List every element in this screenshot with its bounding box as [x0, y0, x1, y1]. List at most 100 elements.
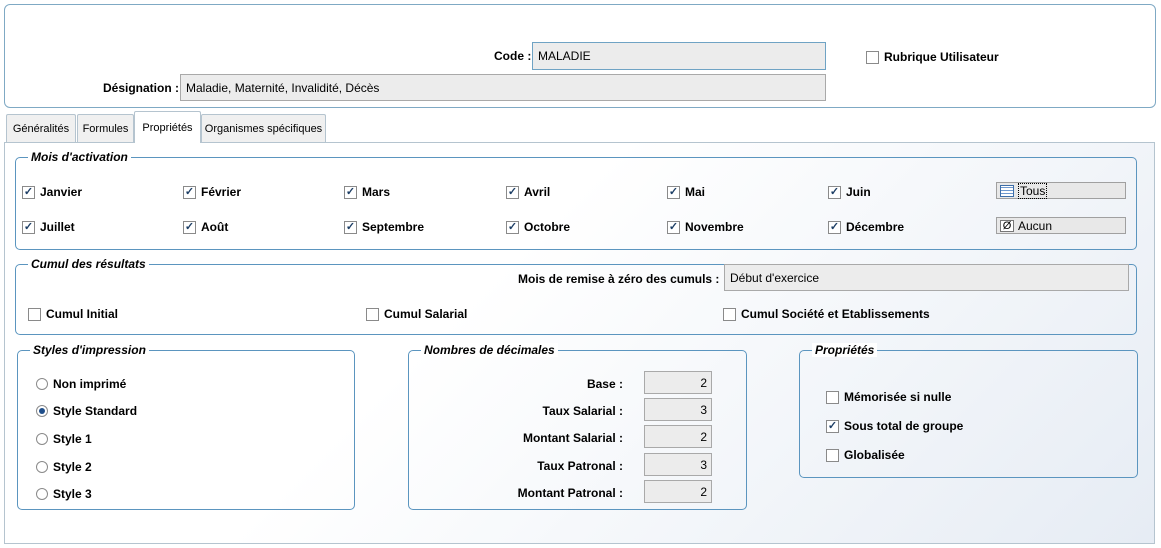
- cumul-salarial-label: Cumul Salarial: [384, 307, 468, 321]
- decimales-field-montant-salarial[interactable]: 2: [644, 425, 712, 448]
- designation-label: Désignation :: [103, 81, 180, 95]
- checkmark-icon: ✓: [344, 220, 357, 234]
- checkbox-box-icon: [723, 307, 736, 321]
- style-radio-label: Style Standard: [53, 404, 138, 418]
- radio-empty-icon: [36, 433, 48, 445]
- tous-button[interactable]: Tous: [996, 182, 1126, 199]
- decimales-label-montant-patronal: Montant Patronal :: [517, 486, 623, 500]
- propriete-globalisee-checkbox[interactable]: Globalisée: [826, 448, 905, 462]
- month-novembre-checkbox[interactable]: ✓ Novembre: [667, 220, 744, 234]
- month-novembre-label: Novembre: [685, 220, 744, 234]
- mois-activation-title: Mois d'activation: [28, 150, 131, 164]
- checkbox-box-icon: [866, 50, 879, 64]
- style-radio-style-1[interactable]: Style 1: [36, 432, 92, 446]
- month-juillet-checkbox[interactable]: ✓ Juillet: [22, 220, 75, 234]
- tab-organismes-specifiques[interactable]: Organismes spécifiques: [201, 114, 326, 142]
- month-fevrier-label: Février: [201, 185, 242, 199]
- styles-impression-group: Styles d'impression: [17, 343, 355, 510]
- checkmark-icon: ✓: [183, 220, 196, 234]
- month-fevrier-checkbox[interactable]: ✓ Février: [183, 185, 241, 199]
- rubrique-utilisateur-checkbox[interactable]: Rubrique Utilisateur: [866, 50, 999, 64]
- month-mars-label: Mars: [362, 185, 391, 199]
- propriete-sous-total-de-groupe-checkbox[interactable]: ✓ Sous total de groupe: [826, 419, 963, 433]
- month-juin-checkbox[interactable]: ✓ Juin: [828, 185, 871, 199]
- decimales-field-taux-salarial[interactable]: 3: [644, 398, 712, 421]
- cumul-salarial-checkbox[interactable]: Cumul Salarial: [366, 307, 467, 321]
- nombres-decimales-title: Nombres de décimales: [421, 343, 558, 357]
- styles-impression-title: Styles d'impression: [30, 343, 149, 357]
- style-radio-style-3[interactable]: Style 3: [36, 487, 92, 501]
- style-radio-style-standard[interactable]: Style Standard: [36, 404, 137, 418]
- mois-activation-group: Mois d'activation: [15, 150, 1137, 250]
- month-mai-checkbox[interactable]: ✓ Mai: [667, 185, 705, 199]
- decimales-label-base: Base :: [586, 377, 623, 391]
- month-decembre-label: Décembre: [846, 220, 905, 234]
- radio-selected-icon: [36, 405, 48, 417]
- decimales-field-base[interactable]: 2: [644, 371, 712, 394]
- month-janvier-label: Janvier: [40, 185, 83, 199]
- checkmark-icon: ✓: [828, 185, 841, 199]
- checkmark-icon: ✓: [828, 220, 841, 234]
- decimales-field-montant-patronal[interactable]: 2: [644, 480, 712, 503]
- cumul-initial-label: Cumul Initial: [46, 307, 118, 321]
- style-radio-label: Style 1: [53, 432, 92, 446]
- radio-empty-icon: [36, 488, 48, 500]
- aucun-button[interactable]: Ø Aucun: [996, 217, 1126, 234]
- style-radio-non-imprime[interactable]: Non imprimé: [36, 377, 126, 391]
- code-label: Code :: [494, 49, 532, 63]
- checkmark-icon: ✓: [506, 185, 519, 199]
- month-octobre-checkbox[interactable]: ✓ Octobre: [506, 220, 570, 234]
- empty-set-icon: Ø: [1000, 219, 1014, 232]
- month-decembre-checkbox[interactable]: ✓ Décembre: [828, 220, 904, 234]
- designation-field[interactable]: Maladie, Maternité, Invalidité, Décès: [180, 74, 826, 101]
- month-avril-label: Avril: [524, 185, 551, 199]
- style-radio-label: Non imprimé: [53, 377, 127, 391]
- cumul-initial-checkbox[interactable]: Cumul Initial: [28, 307, 118, 321]
- cumul-societe-label: Cumul Société et Etablissements: [741, 307, 930, 321]
- cumul-societe-checkbox[interactable]: Cumul Société et Etablissements: [723, 307, 930, 321]
- month-avril-checkbox[interactable]: ✓ Avril: [506, 185, 550, 199]
- proprietes-title: Propriétés: [812, 343, 878, 357]
- checkmark-icon: ✓: [667, 185, 680, 199]
- month-octobre-label: Octobre: [524, 220, 571, 234]
- checkmark-icon: ✓: [344, 185, 357, 199]
- month-septembre-checkbox[interactable]: ✓ Septembre: [344, 220, 424, 234]
- propriete-memorisee-si-nulle-checkbox[interactable]: Mémorisée si nulle: [826, 390, 951, 404]
- tab-generalites[interactable]: Généralités: [6, 114, 76, 142]
- style-radio-style-2[interactable]: Style 2: [36, 460, 92, 474]
- remise-zero-field[interactable]: Début d'exercice: [724, 264, 1129, 291]
- propriete-globalisee-label: Globalisée: [844, 448, 905, 462]
- code-field[interactable]: MALADIE: [532, 42, 826, 70]
- month-mai-label: Mai: [685, 185, 706, 199]
- calendar-grid-icon: [1000, 184, 1014, 197]
- checkmark-icon: ✓: [826, 419, 839, 433]
- checkbox-box-icon: [28, 307, 41, 321]
- month-juin-label: Juin: [846, 185, 871, 199]
- style-radio-label: Style 2: [53, 460, 92, 474]
- checkbox-box-icon: [826, 448, 839, 462]
- month-mars-checkbox[interactable]: ✓ Mars: [344, 185, 390, 199]
- tab-formules[interactable]: Formules: [77, 114, 134, 142]
- month-janvier-checkbox[interactable]: ✓ Janvier: [22, 185, 82, 199]
- checkmark-icon: ✓: [183, 185, 196, 199]
- month-aout-checkbox[interactable]: ✓ Août: [183, 220, 228, 234]
- aucun-label: Aucun: [1018, 218, 1053, 233]
- header-panel: Code : MALADIE Désignation : Maladie, Ma…: [4, 4, 1156, 108]
- remise-zero-label: Mois de remise à zéro des cumuls :: [518, 272, 720, 286]
- rubrique-utilisateur-label: Rubrique Utilisateur: [884, 50, 999, 64]
- checkbox-box-icon: [366, 307, 379, 321]
- style-radio-label: Style 3: [53, 487, 92, 501]
- checkmark-icon: ✓: [506, 220, 519, 234]
- month-septembre-label: Septembre: [362, 220, 425, 234]
- checkmark-icon: ✓: [22, 185, 35, 199]
- month-aout-label: Août: [201, 220, 229, 234]
- checkmark-icon: ✓: [22, 220, 35, 234]
- propriete-sous-total-de-groupe-label: Sous total de groupe: [844, 419, 964, 433]
- tous-label: Tous: [1018, 182, 1048, 199]
- propriete-memorisee-si-nulle-label: Mémorisée si nulle: [844, 390, 952, 404]
- decimales-field-taux-patronal[interactable]: 3: [644, 453, 712, 476]
- checkbox-box-icon: [826, 390, 839, 404]
- tab-proprietes[interactable]: Propriétés: [134, 111, 201, 143]
- cumul-resultats-title: Cumul des résultats: [28, 257, 149, 271]
- decimales-label-taux-patronal: Taux Patronal :: [537, 459, 623, 473]
